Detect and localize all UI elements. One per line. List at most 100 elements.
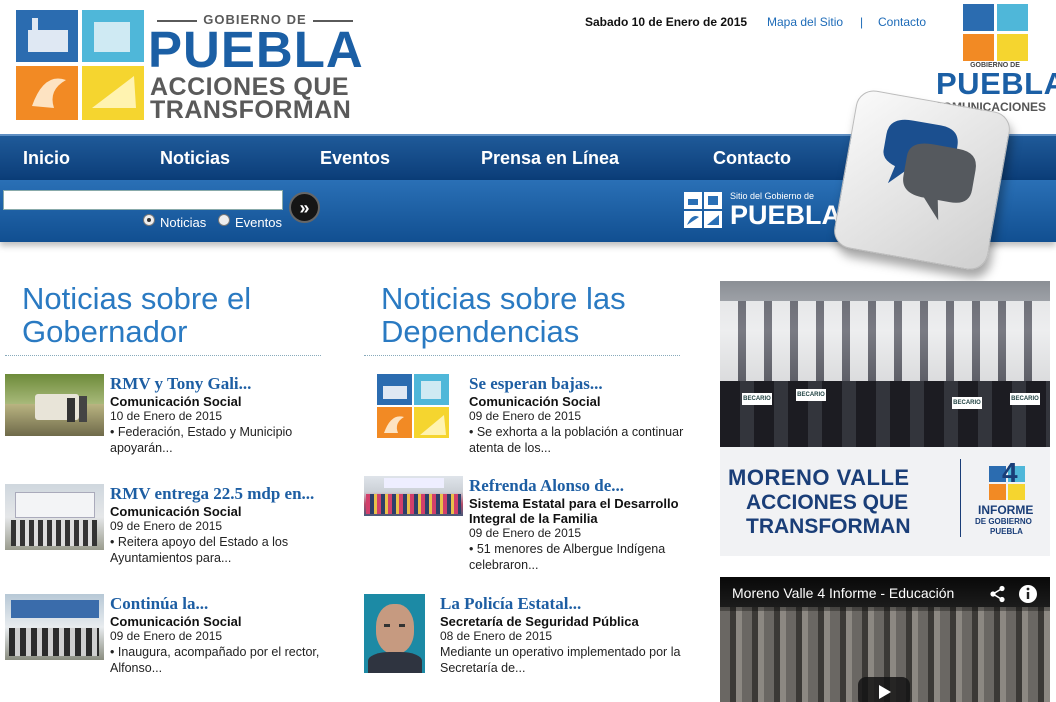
news-date: 09 de Enero de 2015 [110,519,223,533]
nav-contacto[interactable]: Contacto [713,148,791,169]
becario-sign: BECARIO [1010,393,1040,405]
section-title-dependencias: Noticias sobre las Dependencias [381,282,626,348]
sitio-puebla-icon [684,192,722,228]
news-source: Comunicación Social [110,394,242,409]
news-source: Sistema Estatal para el Desarrollo Integ… [469,496,679,526]
becarios-photo: BECARIO BECARIO BECARIO BECARIO [720,281,1050,447]
news-title-gob-1[interactable]: RMV y Tony Gali... [110,374,251,394]
nav-noticias[interactable]: Noticias [160,148,230,169]
banner-line-1: MORENO VALLE [728,465,910,490]
banner-line-2: ACCIONES QUE [746,491,909,514]
news-excerpt-line: • Reitera apoyo del Estado a los [110,535,289,549]
news-source-line: Secretaría de Seguridad Pública [440,614,639,629]
comunicaciones-cubes-icon [963,4,1028,61]
chat-key-button[interactable] [831,87,1013,273]
nav-eventos[interactable]: Eventos [320,148,390,169]
news-excerpt-line: Alfonso... [110,661,163,675]
news-excerpt-line: • Federación, Estado y Municipio [110,425,293,439]
play-button[interactable] [858,677,910,702]
informe-label: INFORME [978,503,1034,517]
news-title-dep-2[interactable]: Refrenda Alonso de... [469,476,624,496]
news-excerpt: • Reitera apoyo del Estado a los Ayuntam… [110,534,288,566]
banner-line-3: TRANSFORMAN [746,515,911,538]
info-icon[interactable] [1018,584,1038,604]
logo-slogan-line-2: TRANSFORMAN [150,96,352,124]
banner-divider [960,459,961,537]
chat-bubbles-icon [883,119,976,221]
logo-slogan: ACCIONES QUE TRANSFORMAN [150,75,352,124]
logo-puebla-text: PUEBLA [148,21,364,78]
news-excerpt-line: Ayuntamientos para... [110,551,232,565]
news-source-line: Sistema Estatal para el Desarrollo [469,496,679,511]
radio-eventos[interactable] [218,214,230,226]
news-excerpt-line: • Inaugura, acompañado por el rector, [110,645,320,659]
news-date: 10 de Enero de 2015 [110,409,223,423]
news-excerpt-line: Secretaría de... [440,661,526,675]
nav-inicio[interactable]: Inicio [23,148,70,169]
news-title-dep-1[interactable]: Se esperan bajas... [469,374,603,394]
section-divider [5,355,321,356]
news-date: 08 de Enero de 2015 [440,629,553,643]
banner-text-area: MORENO VALLE ACCIONES QUE TRANSFORMAN 4 … [720,447,1050,556]
informe-number: 4 [1002,457,1018,488]
informe-puebla: PUEBLA [990,527,1023,536]
site-map-link[interactable]: Mapa del Sitio [767,15,843,29]
news-thumbnail[interactable] [5,594,104,660]
news-excerpt-line: • Se exhorta a la población a continuar [469,425,684,439]
section-title-dependencias-line-1: Noticias sobre las [381,281,626,316]
radio-noticias-label: Noticias [160,215,207,230]
news-source-line: Comunicación Social [469,394,601,409]
news-source: Comunicación Social [110,504,242,519]
news-date: 09 de Enero de 2015 [110,629,223,643]
section-title-dependencias-line-2: Dependencias [381,314,580,349]
informe-sub: DE GOBIERNO [975,517,1032,526]
section-title-gobernador: Noticias sobre el Gobernador [22,282,251,348]
section-divider [364,355,680,356]
becario-sign: BECARIO [952,397,982,409]
radio-eventos-label: Eventos [235,215,282,230]
current-date: Sabado 10 de Enero de 2015 [585,15,748,29]
news-thumbnail[interactable] [5,484,104,550]
section-title-gobernador-line-1: Noticias sobre el [22,281,252,316]
news-excerpt-line: • 51 menores de Albergue Indígena [469,542,666,556]
video-player[interactable]: Moreno Valle 4 Informe - Educación [720,577,1050,702]
news-excerpt-line: celebraron... [469,558,539,572]
share-icon[interactable] [989,585,1007,603]
news-thumbnail[interactable] [5,374,104,436]
news-source: Comunicación Social [110,614,242,629]
section-title-gobernador-line-2: Gobernador [22,314,188,349]
link-separator: | [860,15,864,29]
news-title-gob-2[interactable]: RMV entrega 22.5 mdp en... [110,484,314,504]
news-excerpt: • Inaugura, acompañado por el rector, Al… [110,644,319,676]
video-title[interactable]: Moreno Valle 4 Informe - Educación [732,585,954,601]
becario-sign: BECARIO [796,389,826,401]
news-date: 09 de Enero de 2015 [469,526,582,540]
news-title-gob-3[interactable]: Continúa la... [110,594,208,614]
news-source: Comunicación Social [469,394,600,409]
news-excerpt: • Se exhorta a la población a continuar … [469,424,683,456]
contact-link[interactable]: Contacto [878,15,926,29]
news-excerpt: Mediante un operativo implementado por l… [440,644,680,676]
news-date: 09 de Enero de 2015 [469,409,582,423]
news-excerpt: • 51 menores de Albergue Indígena celebr… [469,541,665,573]
news-thumbnail[interactable] [364,476,463,516]
gobierno-puebla-logo[interactable]: GOBIERNO DE PUEBLA ACCIONES QUE TRANSFOR… [14,8,364,126]
news-source-line: Integral de la Familia [469,511,598,526]
puebla-cubes-thumbnail-icon[interactable] [376,373,450,439]
becario-sign: BECARIO [742,393,772,405]
informe-banner[interactable]: BECARIO BECARIO BECARIO BECARIO MORENO V… [720,281,1050,556]
nav-prensa[interactable]: Prensa en Línea [481,148,619,169]
sitio-puebla-text: PUEBLA [730,200,842,230]
news-excerpt-line: atenta de los... [469,441,552,455]
news-source: Secretaría de Seguridad Pública [440,614,639,629]
news-excerpt: • Federación, Estado y Municipio apoyará… [110,424,292,456]
search-input[interactable] [3,190,283,210]
news-excerpt-line: Mediante un operativo implementado por l… [440,645,681,659]
news-thumbnail[interactable] [364,594,425,673]
play-icon [879,685,891,699]
puebla-cubes-icon [16,10,144,120]
com-puebla-text: PUEBLA [936,66,1056,101]
radio-noticias[interactable] [143,214,155,226]
news-title-dep-3[interactable]: La Policía Estatal... [440,594,581,614]
search-button[interactable]: » [289,192,320,223]
